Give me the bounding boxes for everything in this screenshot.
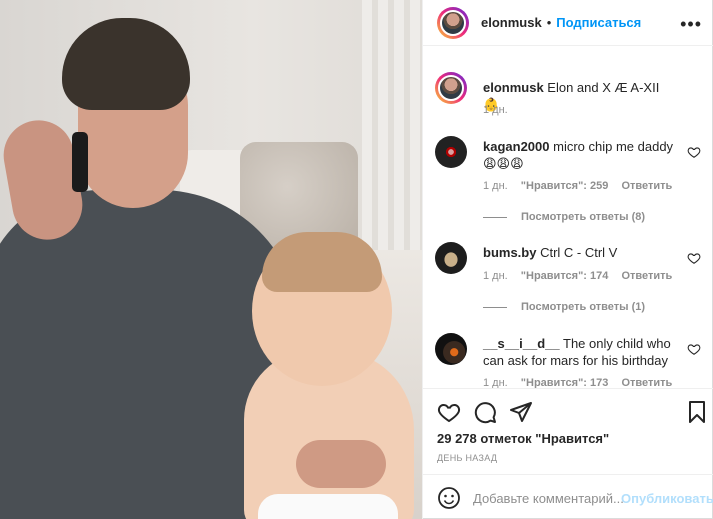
comment-emoji: 😩😩😩 [483, 156, 524, 171]
post-date[interactable]: ДЕНЬ НАЗАД [437, 453, 497, 463]
reply-button[interactable]: Ответить [621, 270, 672, 282]
view-replies-button[interactable]: Посмотреть ответы (8) [483, 211, 645, 223]
comment-text: kagan2000 micro chip me daddy 😩😩😩 [483, 138, 679, 172]
comment-body: micro chip me daddy [549, 139, 674, 154]
follow-button[interactable]: Подписаться [556, 15, 641, 30]
caption-time[interactable]: 1 дн. [483, 104, 508, 116]
comment-meta: 1 дн. "Нравится": 174 Ответить [483, 270, 682, 282]
comment-username[interactable]: __s__i__d__ [483, 336, 560, 351]
publish-button[interactable]: Опубликовать [621, 491, 713, 506]
reply-button[interactable]: Ответить [621, 377, 672, 388]
comment-username[interactable]: kagan2000 [483, 139, 550, 154]
post-header: elonmusk • Подписаться ••• [423, 0, 713, 46]
caption-avatar[interactable] [435, 72, 467, 104]
view-replies-label: Посмотреть ответы (1) [521, 301, 646, 313]
view-replies-label: Посмотреть ответы (8) [521, 211, 646, 223]
post-photo[interactable] [0, 0, 422, 519]
caption-meta: 1 дн. [483, 104, 518, 116]
photo-diaper [258, 494, 398, 519]
bookmark-icon[interactable] [685, 400, 709, 424]
heart-icon[interactable] [687, 342, 701, 356]
post-actions: 29 278 отметок "Нравится" ДЕНЬ НАЗАД [423, 388, 713, 466]
add-comment-bar: Добавьте комментарий... Опубликовать [423, 474, 713, 519]
comment-time[interactable]: 1 дн. [483, 270, 508, 282]
comment-time[interactable]: 1 дн. [483, 180, 508, 192]
comment-likes[interactable]: "Нравится": 174 [521, 270, 609, 282]
comments-list[interactable]: elonmusk Elon and X Æ A-XII 👶 1 дн. kaga… [423, 46, 713, 388]
likes-count[interactable]: 29 278 отметок "Нравится" [437, 431, 609, 446]
comment-input[interactable]: Добавьте комментарий... [473, 491, 624, 506]
photo-phone [72, 132, 88, 192]
comment-time[interactable]: 1 дн. [483, 377, 508, 388]
comment-meta: 1 дн. "Нравится": 259 Ответить [483, 180, 682, 192]
comment-likes[interactable]: "Нравится": 173 [521, 377, 609, 388]
comment-avatar[interactable] [435, 136, 467, 168]
heart-icon[interactable] [687, 145, 701, 159]
post-viewer: elonmusk • Подписаться ••• elonmusk Elon… [0, 0, 713, 519]
comment-meta: 1 дн. "Нравится": 173 Ответить [483, 377, 682, 388]
share-icon[interactable] [509, 400, 533, 424]
comment-body: Ctrl C - Ctrl V [536, 245, 618, 260]
more-icon[interactable]: ••• [680, 14, 702, 35]
caption-username[interactable]: elonmusk [483, 80, 544, 95]
comment-avatar[interactable] [435, 242, 467, 274]
comment-icon[interactable] [473, 400, 497, 424]
heart-icon[interactable] [437, 400, 461, 424]
view-replies-button[interactable]: Посмотреть ответы (1) [483, 301, 645, 313]
comment-likes[interactable]: "Нравится": 259 [521, 180, 609, 192]
comment-username[interactable]: bums.by [483, 245, 536, 260]
emoji-icon[interactable] [437, 486, 461, 510]
header-avatar[interactable] [437, 6, 469, 39]
photo-baby-hair [262, 232, 382, 292]
header-separator: • [546, 15, 552, 30]
comment-avatar[interactable] [435, 333, 467, 365]
reply-button[interactable]: Ответить [621, 180, 672, 192]
photo-hand [296, 440, 386, 488]
header-username[interactable]: elonmusk [481, 15, 542, 30]
comment-text: __s__i__d__ The only child who can ask f… [483, 335, 679, 369]
heart-icon[interactable] [687, 251, 701, 265]
post-side-panel: elonmusk • Подписаться ••• elonmusk Elon… [422, 0, 713, 519]
comment-text: bums.by Ctrl C - Ctrl V [483, 244, 679, 261]
